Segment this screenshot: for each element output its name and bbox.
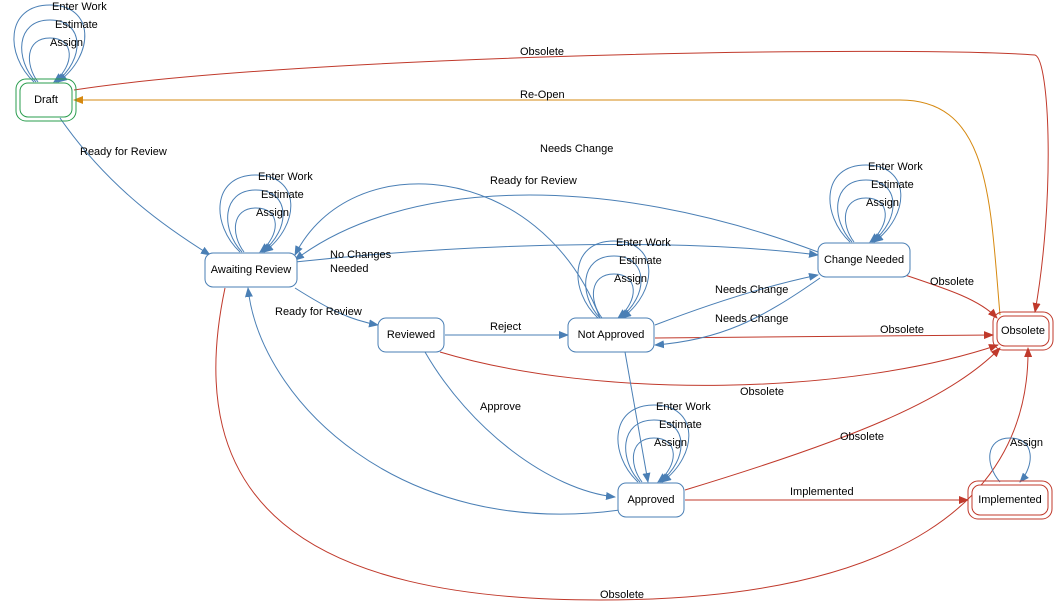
- label-readyforreview-1: Ready for Review: [80, 146, 167, 158]
- label-enterwork-ap: Enter Work: [656, 401, 711, 413]
- label-obsolete-na: Obsolete: [880, 324, 924, 336]
- node-obsolete-label: Obsolete: [1001, 325, 1045, 337]
- label-obsolete-ap: Obsolete: [840, 431, 884, 443]
- edge-reviewed-approved: [425, 352, 615, 497]
- label-assign-impl: Assign: [1010, 437, 1043, 449]
- label-enterwork-aw: Enter Work: [258, 171, 313, 183]
- node-notapproved-label: Not Approved: [578, 329, 645, 341]
- label-estimate-aw: Estimate: [261, 189, 304, 201]
- node-reviewed-label: Reviewed: [387, 329, 435, 341]
- node-implemented-label: Implemented: [978, 494, 1042, 506]
- label-needschange-cn: Needs Change: [715, 313, 788, 325]
- node-changeneeded-label: Change Needed: [824, 254, 904, 266]
- label-readyforreview-3: Ready for Review: [490, 175, 577, 187]
- label-assign-aw: Assign: [256, 207, 289, 219]
- label-estimate-draft: Estimate: [55, 19, 98, 31]
- edge-reviewed-obsolete: [440, 345, 998, 385]
- label-approve: Approve: [480, 401, 521, 413]
- label-obsolete-top: Obsolete: [520, 46, 564, 58]
- edge-draft-awaiting: [60, 118, 210, 255]
- label-assign-draft: Assign: [50, 37, 83, 49]
- node-draft-label: Draft: [34, 94, 58, 106]
- label-estimate-na: Estimate: [619, 255, 662, 267]
- label-assign-cn: Assign: [866, 197, 899, 209]
- label-estimate-cn: Estimate: [871, 179, 914, 191]
- node-approved-label: Approved: [627, 494, 674, 506]
- state-diagram: Enter Work Estimate Assign Ready for Rev…: [0, 0, 1061, 616]
- label-enterwork-na: Enter Work: [616, 237, 671, 249]
- label-readyforreview-2: Ready for Review: [275, 306, 362, 318]
- label-reject: Reject: [490, 321, 521, 333]
- label-obsolete-reviewed: Obsolete: [740, 386, 784, 398]
- label-nochanges2: Needed: [330, 263, 369, 275]
- edge-approved-obsolete: [685, 348, 1000, 490]
- label-needschange-na: Needs Change: [715, 284, 788, 296]
- label-enterwork-draft: Enter Work: [52, 1, 107, 13]
- label-reopen: Re-Open: [520, 89, 565, 101]
- label-assign-ap: Assign: [654, 437, 687, 449]
- label-implemented: Implemented: [790, 486, 854, 498]
- label-enterwork-cn: Enter Work: [868, 161, 923, 173]
- label-obsolete-bottom: Obsolete: [600, 589, 644, 601]
- label-nochanges1: No Changes: [330, 249, 392, 261]
- label-estimate-ap: Estimate: [659, 419, 702, 431]
- node-awaiting-label: Awaiting Review: [211, 264, 292, 276]
- label-needschange-top: Needs Change: [540, 143, 613, 155]
- label-obsolete-cn: Obsolete: [930, 276, 974, 288]
- label-assign-na: Assign: [614, 273, 647, 285]
